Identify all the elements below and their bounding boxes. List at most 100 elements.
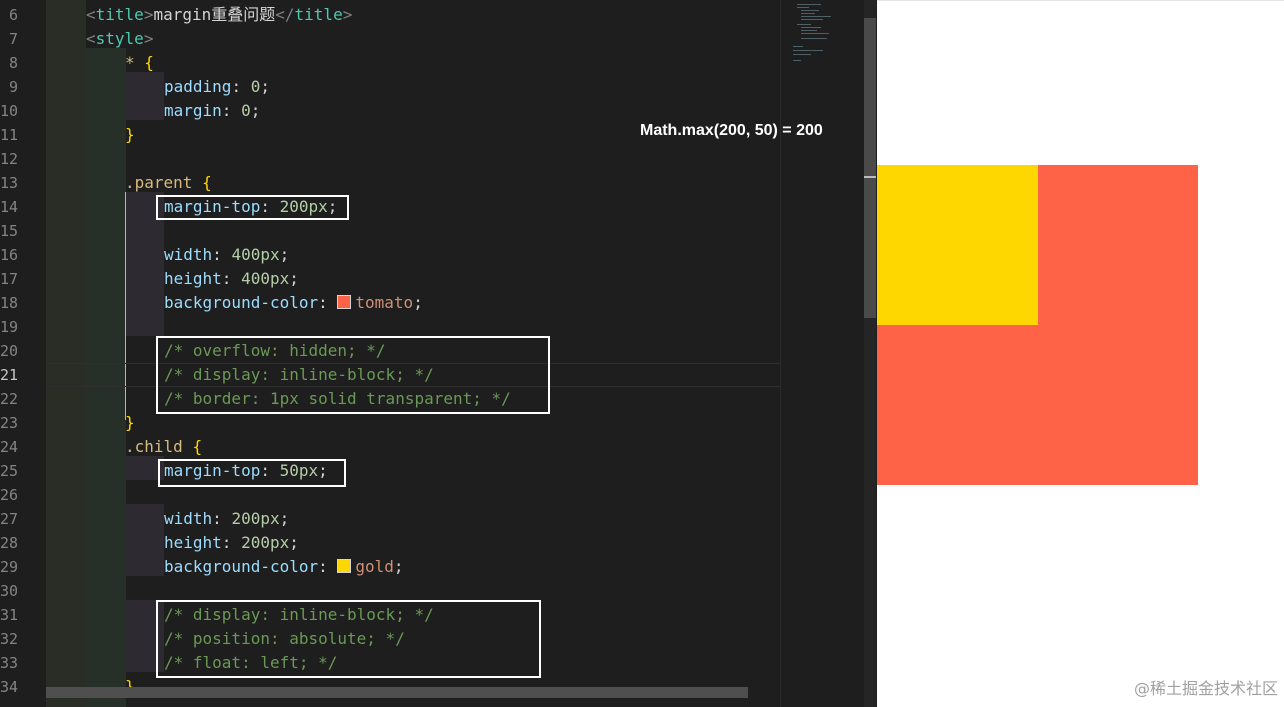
minimap-line: [797, 24, 811, 25]
token: :: [212, 509, 232, 528]
line-number: 31: [0, 606, 19, 624]
minimap-line: [801, 16, 831, 17]
minimap[interactable]: [780, 0, 865, 707]
code-line-13: .parent {: [125, 171, 212, 195]
token: <: [86, 5, 96, 24]
token-property: width: [164, 509, 213, 528]
token: ;: [289, 533, 299, 552]
token-property: height: [164, 533, 222, 552]
highlight-box-child-comments: [156, 600, 541, 678]
token: :: [221, 533, 242, 552]
token-property: height: [164, 269, 222, 288]
token-selector: *: [125, 53, 135, 72]
line-number: 10: [0, 102, 19, 120]
line-number: 8: [8, 54, 18, 72]
line-number-active: 21: [0, 366, 19, 384]
minimap-line: [801, 10, 819, 11]
parent-box: [877, 165, 1198, 485]
line-number: 23: [0, 414, 19, 432]
minimap-line: [801, 27, 821, 28]
code-line-27: width: 200px;: [164, 507, 289, 531]
token-tag: title: [294, 5, 343, 24]
code-line-29: background-color: gold;: [164, 555, 404, 579]
line-number: 15: [0, 222, 19, 240]
minimap-line: [793, 60, 801, 61]
code-line-8: * {: [125, 51, 154, 75]
color-swatch-tomato[interactable]: [337, 295, 352, 309]
token: :: [221, 269, 242, 288]
line-number: 20: [0, 342, 19, 360]
token-tag: title: [95, 5, 144, 24]
token-text: margin重叠问题: [153, 5, 276, 24]
highlight-box-parent-margin: [156, 195, 349, 220]
highlight-box-parent-comments: [156, 336, 550, 414]
line-number: 29: [0, 558, 19, 576]
line-number: 12: [0, 150, 19, 168]
token: ;: [393, 557, 404, 576]
token: ;: [289, 269, 299, 288]
line-number: 25: [0, 462, 19, 480]
token-tag: style: [95, 29, 144, 48]
token-brace: }: [125, 125, 135, 144]
token-number: 200px: [241, 533, 290, 552]
line-number: 30: [0, 582, 19, 600]
token: :: [221, 101, 242, 120]
line-number: 33: [0, 654, 19, 672]
vertical-scrollbar-thumb[interactable]: [864, 18, 876, 318]
token: </: [275, 5, 295, 24]
child-box: [877, 165, 1038, 325]
vertical-scrollbar[interactable]: [864, 0, 876, 707]
line-number: 28: [0, 534, 19, 552]
token: ;: [260, 77, 270, 96]
code-line-9: padding: 0;: [164, 75, 270, 99]
code-line-7: <style>: [86, 27, 153, 51]
browser-preview: @稀土掘金技术社区: [877, 0, 1284, 707]
line-number: 16: [0, 246, 19, 264]
line-number: 18: [0, 294, 19, 312]
token: :: [231, 77, 251, 96]
line-number: 17: [0, 270, 19, 288]
line-number: 26: [0, 486, 19, 504]
token-property: background-color: [164, 293, 319, 312]
code-line-28: height: 200px;: [164, 531, 299, 555]
line-number: 9: [8, 78, 18, 96]
line-number: 24: [0, 438, 19, 456]
line-number: 19: [0, 318, 19, 336]
token-selector: .parent: [125, 173, 193, 192]
minimap-line: [801, 13, 815, 14]
token: >: [342, 5, 353, 24]
code-line-17: height: 400px;: [164, 267, 299, 291]
token-number: 400px: [231, 245, 280, 264]
highlight-box-child-margin: [158, 459, 346, 487]
line-number: 14: [0, 198, 19, 216]
token-selector: .child: [125, 437, 183, 456]
token-number: 0: [241, 101, 251, 120]
line-number-gutter: 6 7 8 9 10 11 12 13 14 15 16 17 18 19 20…: [0, 0, 46, 707]
scroll-position-marker: [864, 176, 876, 178]
token-value: gold: [355, 557, 394, 576]
token-number: 0: [250, 77, 261, 96]
minimap-line: [793, 46, 803, 47]
watermark: @稀土掘金技术社区: [1133, 679, 1278, 698]
line-number: 11: [0, 126, 19, 144]
token-property: margin: [164, 101, 222, 120]
code-line-10: margin: 0;: [164, 99, 260, 123]
code-line-24: .child {: [125, 435, 202, 459]
horizontal-scrollbar-thumb[interactable]: [46, 687, 748, 698]
line-number: 22: [0, 390, 19, 408]
token-brace: {: [202, 173, 212, 192]
token-brace: {: [144, 53, 154, 72]
token: ;: [279, 509, 290, 528]
token: <: [86, 29, 96, 48]
token: >: [143, 29, 154, 48]
indent-guide-level-3d: [126, 504, 164, 576]
line-number: 32: [0, 630, 19, 648]
code-editor[interactable]: 6 7 8 9 10 11 12 13 14 15 16 17 18 19 20…: [0, 0, 877, 707]
token-number: 200px: [231, 509, 280, 528]
line-number: 6: [8, 6, 18, 24]
token-brace: }: [125, 413, 135, 432]
token-property: background-color: [164, 557, 319, 576]
code-line-11: }: [125, 123, 135, 147]
color-swatch-gold[interactable]: [337, 559, 352, 573]
code-line-23: }: [125, 411, 135, 435]
